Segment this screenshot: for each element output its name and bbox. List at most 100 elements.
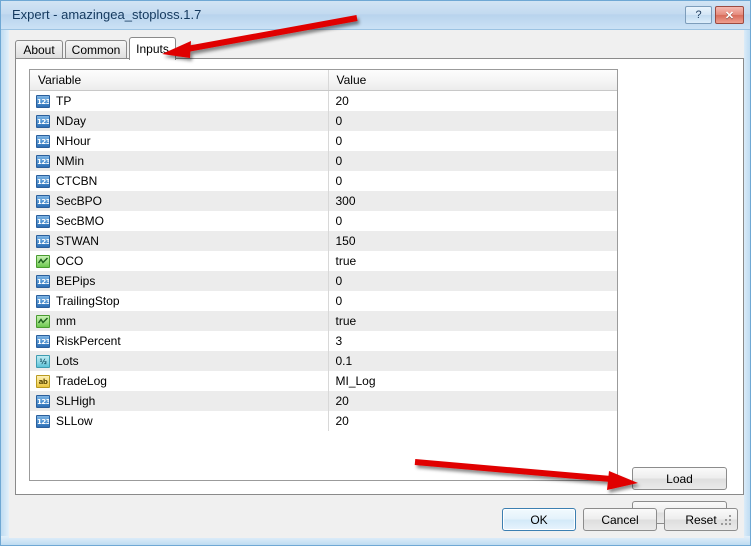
cell-variable: 123 SLLow bbox=[30, 411, 329, 431]
table-row[interactable]: 123 RiskPercent 3 bbox=[30, 331, 617, 351]
variable-name: mm bbox=[56, 314, 76, 328]
window-title: Expert - amazingea_stoploss.1.7 bbox=[12, 7, 202, 22]
dbl-type-icon: ½ bbox=[36, 354, 50, 368]
cell-variable: 123 CTCBN bbox=[30, 171, 329, 191]
variable-name: TP bbox=[56, 94, 72, 108]
variable-name: NDay bbox=[56, 114, 87, 128]
table-row[interactable]: 123 TrailingStop 0 bbox=[30, 291, 617, 311]
table-row[interactable]: 123 NMin 0 bbox=[30, 151, 617, 171]
int-type-icon: 123 bbox=[36, 94, 50, 108]
int-type-icon: 123 bbox=[36, 134, 50, 148]
client-area: About Common Inputs Variable Value 123 TP bbox=[9, 30, 744, 538]
table-row[interactable]: mm true bbox=[30, 311, 617, 331]
variable-name: SLLow bbox=[56, 414, 93, 428]
cancel-button[interactable]: Cancel bbox=[583, 508, 657, 531]
column-header-variable[interactable]: Variable bbox=[30, 70, 329, 91]
cell-value[interactable]: MI_Log bbox=[328, 371, 617, 391]
int-type-icon: 123 bbox=[36, 334, 50, 348]
window-frame-left bbox=[1, 1, 9, 545]
cell-variable: 123 SecBMO bbox=[30, 211, 329, 231]
cell-value[interactable]: 0 bbox=[328, 291, 617, 311]
variable-name: OCO bbox=[56, 254, 84, 268]
cell-value[interactable]: 0 bbox=[328, 151, 617, 171]
variable-name: SecBMO bbox=[56, 214, 105, 228]
table-row[interactable]: ab TradeLog MI_Log bbox=[30, 371, 617, 391]
table-row[interactable]: 123 SecBMO 0 bbox=[30, 211, 617, 231]
cell-variable: 123 SecBPO bbox=[30, 191, 329, 211]
table-row[interactable]: 123 SecBPO 300 bbox=[30, 191, 617, 211]
cell-value[interactable]: 0.1 bbox=[328, 351, 617, 371]
cell-variable: 123 NHour bbox=[30, 131, 329, 151]
bool-type-icon bbox=[36, 314, 50, 328]
ok-button[interactable]: OK bbox=[502, 508, 576, 531]
cell-value[interactable]: 0 bbox=[328, 111, 617, 131]
tab-about[interactable]: About bbox=[15, 40, 63, 59]
cell-value[interactable]: 0 bbox=[328, 271, 617, 291]
cell-value[interactable]: 150 bbox=[328, 231, 617, 251]
int-type-icon: 123 bbox=[36, 194, 50, 208]
variable-name: NMin bbox=[56, 154, 85, 168]
variable-name: Lots bbox=[56, 354, 79, 368]
cell-variable: 123 TrailingStop bbox=[30, 291, 329, 311]
cell-variable: 123 RiskPercent bbox=[30, 331, 329, 351]
cell-value[interactable]: 0 bbox=[328, 131, 617, 151]
cell-value[interactable]: 20 bbox=[328, 411, 617, 431]
cell-variable: 123 SLHigh bbox=[30, 391, 329, 411]
int-type-icon: 123 bbox=[36, 154, 50, 168]
tab-inputs[interactable]: Inputs bbox=[129, 37, 176, 60]
title-bar[interactable]: Expert - amazingea_stoploss.1.7 ? ✕ bbox=[1, 1, 750, 30]
table-row[interactable]: 123 BEPips 0 bbox=[30, 271, 617, 291]
cell-value[interactable]: 20 bbox=[328, 90, 617, 111]
table-row[interactable]: 123 SLHigh 20 bbox=[30, 391, 617, 411]
cell-value[interactable]: 0 bbox=[328, 171, 617, 191]
tab-common[interactable]: Common bbox=[65, 40, 127, 59]
inputs-table-container[interactable]: Variable Value 123 TP 20 123 NDay 0 123 NHour 0 1… bbox=[29, 69, 618, 481]
int-type-icon: 123 bbox=[36, 114, 50, 128]
table-row[interactable]: 123 TP 20 bbox=[30, 90, 617, 111]
inputs-table-body: 123 TP 20 123 NDay 0 123 NHour 0 123 NMin 0 123 CTCBN… bbox=[30, 90, 617, 431]
close-icon[interactable]: ✕ bbox=[715, 6, 744, 24]
table-row[interactable]: 123 CTCBN 0 bbox=[30, 171, 617, 191]
variable-name: RiskPercent bbox=[56, 334, 121, 348]
table-row[interactable]: OCO true bbox=[30, 251, 617, 271]
cell-value[interactable]: true bbox=[328, 311, 617, 331]
int-type-icon: 123 bbox=[36, 274, 50, 288]
cell-variable: 123 STWAN bbox=[30, 231, 329, 251]
cell-variable: mm bbox=[30, 311, 329, 331]
int-type-icon: 123 bbox=[36, 394, 50, 408]
table-row[interactable]: 123 SLLow 20 bbox=[30, 411, 617, 431]
variable-name: STWAN bbox=[56, 234, 99, 248]
cell-value[interactable]: 0 bbox=[328, 211, 617, 231]
int-type-icon: 123 bbox=[36, 414, 50, 428]
cell-variable: ab TradeLog bbox=[30, 371, 329, 391]
cell-value[interactable]: 20 bbox=[328, 391, 617, 411]
variable-name: TrailingStop bbox=[56, 294, 120, 308]
variable-name: SecBPO bbox=[56, 194, 103, 208]
table-header-row: Variable Value bbox=[30, 70, 617, 91]
resize-grip[interactable] bbox=[721, 515, 733, 527]
int-type-icon: 123 bbox=[36, 214, 50, 228]
cell-value[interactable]: 3 bbox=[328, 331, 617, 351]
table-row[interactable]: 123 NDay 0 bbox=[30, 111, 617, 131]
cell-variable: OCO bbox=[30, 251, 329, 271]
variable-name: TradeLog bbox=[56, 374, 107, 388]
expert-properties-window: Expert - amazingea_stoploss.1.7 ? ✕ Abou… bbox=[0, 0, 751, 546]
table-row[interactable]: 123 NHour 0 bbox=[30, 131, 617, 151]
table-row[interactable]: 123 STWAN 150 bbox=[30, 231, 617, 251]
inputs-tab-panel: Variable Value 123 TP 20 123 NDay 0 123 NHour 0 1… bbox=[15, 58, 744, 524]
variable-name: BEPips bbox=[56, 274, 96, 288]
cell-variable: 123 TP bbox=[30, 90, 329, 111]
load-button[interactable]: Load bbox=[632, 467, 727, 490]
cell-variable: 123 BEPips bbox=[30, 271, 329, 291]
inputs-table: Variable Value 123 TP 20 123 NDay 0 123 NHour 0 1… bbox=[30, 70, 617, 431]
table-row[interactable]: ½ Lots 0.1 bbox=[30, 351, 617, 371]
help-button[interactable]: ? bbox=[685, 6, 712, 24]
cell-variable: ½ Lots bbox=[30, 351, 329, 371]
cell-value[interactable]: true bbox=[328, 251, 617, 271]
bool-type-icon bbox=[36, 254, 50, 268]
cell-value[interactable]: 300 bbox=[328, 191, 617, 211]
str-type-icon: ab bbox=[36, 374, 50, 388]
column-header-value[interactable]: Value bbox=[328, 70, 617, 91]
variable-name: NHour bbox=[56, 134, 91, 148]
cell-variable: 123 NMin bbox=[30, 151, 329, 171]
